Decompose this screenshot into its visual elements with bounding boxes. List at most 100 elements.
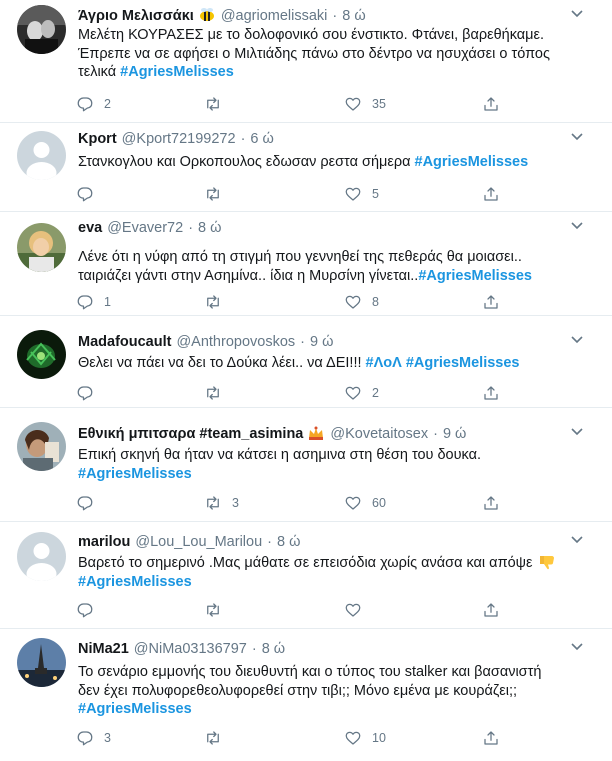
like-count: 2 — [372, 386, 379, 400]
user-handle[interactable]: @Kport72199272 — [122, 131, 236, 147]
hashtag-link[interactable]: #AgriesMelisses — [78, 574, 192, 590]
reply-button[interactable] — [76, 382, 104, 404]
like-icon — [345, 187, 361, 201]
user-handle[interactable]: @Evaver72 — [107, 220, 183, 236]
share-icon — [484, 187, 498, 201]
display-name[interactable]: NiMa21 — [78, 641, 129, 657]
caret-down-icon[interactable] — [570, 130, 584, 144]
user-handle[interactable]: @Lou_Lou_Marilou — [135, 534, 262, 550]
retweet-icon — [207, 97, 219, 111]
avatar[interactable] — [17, 5, 66, 54]
hashtag-link[interactable]: #AgriesMelisses — [78, 466, 192, 482]
caret-down-icon[interactable] — [570, 219, 584, 233]
avatar[interactable] — [17, 638, 66, 687]
timestamp[interactable]: 8 ώ — [277, 534, 300, 550]
hashtag-link[interactable]: #AgriesMelisses — [78, 701, 192, 717]
reply-button[interactable] — [76, 599, 104, 621]
retweet-button[interactable] — [204, 183, 232, 205]
share-button[interactable] — [482, 492, 500, 514]
like-button[interactable]: 35 — [344, 93, 386, 115]
timestamp[interactable]: 9 ώ — [443, 426, 466, 442]
like-button[interactable]: 8 — [344, 291, 379, 313]
user-handle[interactable]: @Anthropovoskos — [176, 334, 295, 350]
reply-button[interactable] — [76, 183, 104, 205]
retweet-button[interactable] — [204, 599, 232, 621]
hashtag-link[interactable]: #AgriesMelisses — [120, 64, 234, 80]
separator-dot: · — [240, 131, 246, 147]
retweet-icon — [207, 295, 219, 309]
retweet-button[interactable]: 3 — [204, 492, 239, 514]
like-button[interactable]: 10 — [344, 727, 386, 749]
tweet-3[interactable]: Madafoucault @Anthropovoskos · 9 ώ Θελει να… — [0, 316, 612, 408]
like-button[interactable] — [344, 599, 372, 621]
avatar[interactable] — [17, 532, 66, 581]
hashtag-link[interactable]: #ΛοΛ #AgriesMelisses — [366, 355, 520, 371]
user-handle[interactable]: @NiMa03136797 — [134, 641, 247, 657]
caret-down-icon[interactable] — [570, 640, 584, 654]
tweet-4[interactable]: Εθνική μπιτσαρα #team_asimina @Kovetaitos… — [0, 408, 612, 522]
retweet-button[interactable] — [204, 727, 232, 749]
timestamp[interactable]: 9 ώ — [310, 334, 333, 350]
caret-down-icon[interactable] — [570, 333, 584, 347]
avatar[interactable] — [17, 422, 66, 471]
share-button[interactable] — [482, 382, 500, 404]
hashtag-link[interactable]: #AgriesMelisses — [418, 268, 532, 284]
share-button[interactable] — [482, 599, 500, 621]
text-segment: Βαρετό το σημερινό .Μας μάθατε σε επεισό… — [78, 555, 533, 571]
display-name[interactable]: Άγριο Μελισσάκι — [78, 8, 194, 24]
avatar[interactable] — [17, 330, 66, 379]
share-button[interactable] — [482, 183, 500, 205]
display-name[interactable]: Madafoucault — [78, 334, 171, 350]
caret-down-icon[interactable] — [570, 425, 584, 439]
like-count: 35 — [372, 97, 386, 111]
text-segment: Θελει να πάει να δει το Δούκα λέει.. να … — [78, 355, 366, 371]
user-handle[interactable]: @Kovetaitosex — [330, 426, 428, 442]
share-button[interactable] — [482, 93, 500, 115]
caret-down-icon[interactable] — [570, 533, 584, 547]
timestamp[interactable]: 8 ώ — [342, 8, 365, 24]
display-name[interactable]: Εθνική μπιτσαρα #team_asimina — [78, 426, 303, 442]
text-segment: Λένε ότι η νύφη από τη στιγμή που γεννηθ… — [78, 249, 522, 265]
tweet-1[interactable]: Kport @Kport72199272 · 6 ώ Στανκογλου και Ο… — [0, 123, 612, 212]
like-button[interactable]: 60 — [344, 492, 386, 514]
tweet-5[interactable]: marilou @Lou_Lou_Marilou · 8 ώ Βαρετό το ση… — [0, 522, 612, 629]
timestamp[interactable]: 6 ώ — [250, 131, 273, 147]
display-name[interactable]: marilou — [78, 534, 130, 550]
display-name[interactable]: eva — [78, 220, 102, 236]
like-count: 10 — [372, 731, 386, 745]
reply-button[interactable]: 2 — [76, 93, 111, 115]
tweet-6[interactable]: NiMa21 @NiMa03136797 · 8 ώ Το σενάριο εμμον… — [0, 629, 612, 761]
text-segment: Στανκογλου και Ορκοπουλος εδωσαν ρεστα σ… — [78, 154, 415, 170]
share-button[interactable] — [482, 727, 500, 749]
avatar[interactable] — [17, 131, 66, 180]
tweet-actions: 2 35 — [76, 93, 516, 115]
share-icon — [484, 603, 498, 617]
tweet-0[interactable]: Άγριο Μελισσάκι @agriomelissaki · 8 ώ Μελέτ… — [0, 0, 612, 123]
tweet-text: Στανκογλου και Ορκοπουλος εδωσαν ρεστα σ… — [78, 153, 586, 172]
like-icon — [345, 386, 361, 400]
like-button[interactable]: 5 — [344, 183, 379, 205]
tweet-feed: Άγριο Μελισσάκι @agriomelissaki · 8 ώ Μελέτ… — [0, 0, 612, 761]
timestamp[interactable]: 8 ώ — [262, 641, 285, 657]
caret-down-icon[interactable] — [570, 7, 584, 21]
retweet-button[interactable] — [204, 291, 232, 313]
timestamp[interactable]: 8 ώ — [198, 220, 221, 236]
tweet-text: Επική σκηνή θα ήταν να κάτσει η ασημινα … — [78, 446, 586, 483]
reply-button[interactable]: 3 — [76, 727, 111, 749]
like-button[interactable]: 2 — [344, 382, 379, 404]
text-segment: τελικά — [78, 64, 121, 80]
retweet-button[interactable] — [204, 93, 232, 115]
tweet-2[interactable]: eva @Evaver72 · 8 ώ Λένε ότι η νύφη από τη … — [0, 212, 612, 316]
display-name[interactable]: Kport — [78, 131, 117, 147]
like-icon — [345, 295, 361, 309]
hashtag-link[interactable]: #AgriesMelisses — [415, 154, 529, 170]
user-handle[interactable]: @agriomelissaki — [221, 8, 328, 24]
reply-button[interactable]: 1 — [76, 291, 111, 313]
reply-button[interactable] — [76, 492, 104, 514]
share-button[interactable] — [482, 291, 500, 313]
separator-dot: · — [188, 220, 194, 236]
avatar[interactable] — [17, 223, 66, 272]
reply-icon — [77, 295, 93, 310]
reply-icon — [77, 97, 93, 112]
retweet-button[interactable] — [204, 382, 232, 404]
